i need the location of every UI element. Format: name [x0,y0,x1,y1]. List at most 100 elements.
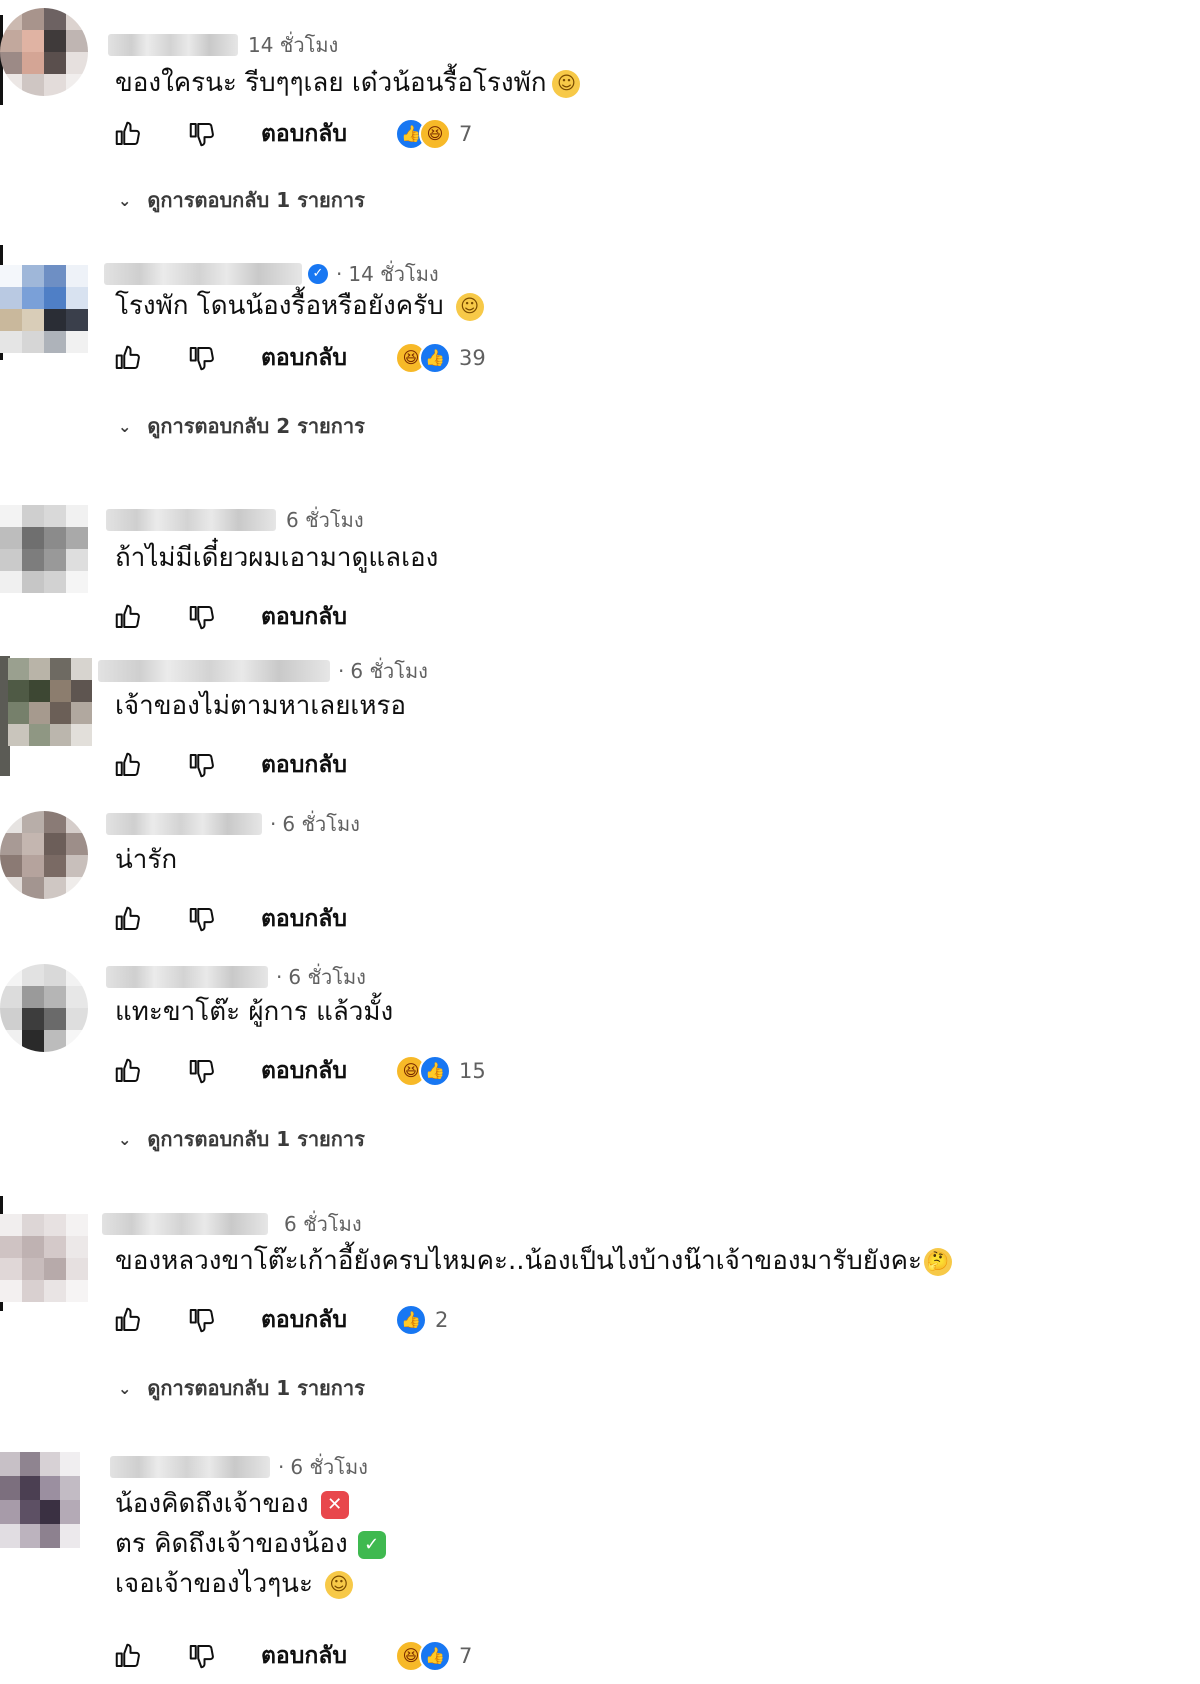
like-button[interactable] [113,602,143,632]
comment-text: ถ้าไม่มีเดี๋ยวผมเอามาดูแลเอง [115,543,439,573]
like-button[interactable] [113,119,143,149]
thumbs-down-icon [189,1060,214,1084]
reaction-summary[interactable]: 👍 😆 7 [394,118,473,150]
smile-emoji-icon: ☺ [324,1570,353,1599]
like-button[interactable] [113,1641,143,1671]
thinking-emoji-icon: 🤔 [924,1247,953,1276]
comment-time: 6 ชั่วโมง [284,1212,362,1236]
thumbs-down-icon [189,754,214,778]
dislike-button[interactable] [187,119,217,149]
author-name[interactable] [106,509,276,531]
like-button[interactable] [113,343,143,373]
comment-time: 14 ชั่วโมง [248,33,339,57]
thumbs-up-icon [115,752,140,776]
comment-text: ของใครนะ รีบๆๆเลย เด๋วน้อนรื้อโรงพัก ☺ [115,63,581,103]
reply-button[interactable]: ตอบกลับ [261,116,347,152]
grin-emoji-icon: ☺ [455,292,484,321]
avatar[interactable] [8,658,92,746]
like-button[interactable] [113,750,143,780]
dislike-button[interactable] [187,1641,217,1671]
reaction-count: 7 [458,1644,473,1668]
thumbs-up-icon [115,345,140,369]
comment-actions: ตอบกลับ 👍 2 [113,1300,448,1340]
reply-button[interactable]: ตอบกลับ [261,1302,347,1338]
dislike-button[interactable] [187,904,217,934]
avatar[interactable] [0,265,88,353]
reaction-summary[interactable]: 👍 2 [394,1304,448,1336]
comment-text: เจ้าของไม่ตามหาเลยเหรอ [115,691,407,721]
comment-time: 6 ชั่วโมง [350,659,428,683]
dislike-button[interactable] [187,1305,217,1335]
view-replies-button[interactable]: ⌄ ดูการตอบกลับ 1 รายการ [118,184,365,216]
dislike-button[interactable] [187,602,217,632]
comment-text: น้องคิดถึงเจ้าของ ✕ ตร คิดถึงเจ้าของน้อง ✓… [115,1484,386,1604]
like-reaction-icon: 👍 [418,1640,451,1672]
comment-actions: ตอบกลับ [113,745,347,785]
comment-text: แทะขาโต๊ะ ผู้การ แล้วมั้ง [115,997,394,1027]
avatar[interactable] [0,8,88,96]
haha-reaction-icon: 😆 [418,118,451,150]
like-reaction-icon: 👍 [394,1304,427,1336]
verified-badge-icon: ✓ [308,264,328,284]
thumbs-up-icon [115,1058,140,1082]
avatar[interactable] [0,964,88,1052]
like-reaction-icon: 👍 [418,342,451,374]
comment-actions: ตอบกลับ 😆 👍 15 [113,1051,486,1091]
thumbs-up-icon [115,604,140,628]
comment-time: 6 ชั่วโมง [288,965,366,989]
reaction-summary[interactable]: 😆 👍 39 [394,342,486,374]
reply-button[interactable]: ตอบกลับ [261,1638,347,1674]
comment-actions: ตอบกลับ 😆 👍 39 [113,338,486,378]
like-button[interactable] [113,1056,143,1086]
thumbs-up-icon [115,906,140,930]
chevron-down-icon: ⌄ [118,416,132,436]
dislike-button[interactable] [187,750,217,780]
comment-text: โรงพัก โดนน้องรื้อหรือยังครับ ☺ [115,286,484,326]
like-button[interactable] [113,1305,143,1335]
thumbs-down-icon [189,1645,214,1669]
avatar[interactable] [0,505,88,593]
view-replies-button[interactable]: ⌄ ดูการตอบกลับ 1 รายการ [118,1123,365,1155]
reaction-count: 15 [458,1059,486,1083]
reaction-summary[interactable]: 😆 👍 15 [394,1055,486,1087]
author-name[interactable] [106,813,262,835]
comment-actions: ตอบกลับ [113,899,347,939]
author-name[interactable] [106,966,268,988]
reply-button[interactable]: ตอบกลับ [261,901,347,937]
thumbs-down-icon [189,1309,214,1333]
comment-text: ของหลวงขาโต๊ะเก้าอี้ยังครบไหมคะ..น้องเป็… [115,1241,953,1281]
check-mark-icon: ✓ [357,1530,386,1559]
author-name[interactable] [104,263,302,285]
reply-button[interactable]: ตอบกลับ [261,1053,347,1089]
dislike-button[interactable] [187,1056,217,1086]
avatar[interactable] [0,1452,80,1548]
view-replies-button[interactable]: ⌄ ดูการตอบกลับ 1 รายการ [118,1372,365,1404]
reply-button[interactable]: ตอบกลับ [261,747,347,783]
reaction-count: 7 [458,122,473,146]
chevron-down-icon: ⌄ [118,1378,132,1398]
reply-button[interactable]: ตอบกลับ [261,340,347,376]
chevron-down-icon: ⌄ [118,1129,132,1149]
like-button[interactable] [113,904,143,934]
thumbs-up-icon [115,1307,140,1331]
avatar[interactable] [0,1214,88,1302]
author-name[interactable] [110,1456,270,1478]
comment-time: 6 ชั่วโมง [290,1455,368,1479]
thumbs-down-icon [189,123,214,147]
grimace-emoji-icon: ☺ [552,69,581,98]
thumbs-down-icon [189,347,214,371]
author-name[interactable] [108,34,238,56]
cross-mark-icon: ✕ [320,1490,349,1519]
thumbs-up-icon [115,121,140,145]
author-name[interactable] [98,660,330,682]
thumbs-up-icon [115,1643,140,1667]
reaction-summary[interactable]: 😆 👍 7 [394,1640,473,1672]
thumbs-down-icon [189,606,214,630]
view-replies-button[interactable]: ⌄ ดูการตอบกลับ 2 รายการ [118,410,365,442]
reply-button[interactable]: ตอบกลับ [261,599,347,635]
reaction-count: 39 [458,346,486,370]
avatar[interactable] [0,811,88,899]
comment-actions: ตอบกลับ 😆 👍 7 [113,1636,472,1676]
author-name[interactable] [102,1213,268,1235]
dislike-button[interactable] [187,343,217,373]
